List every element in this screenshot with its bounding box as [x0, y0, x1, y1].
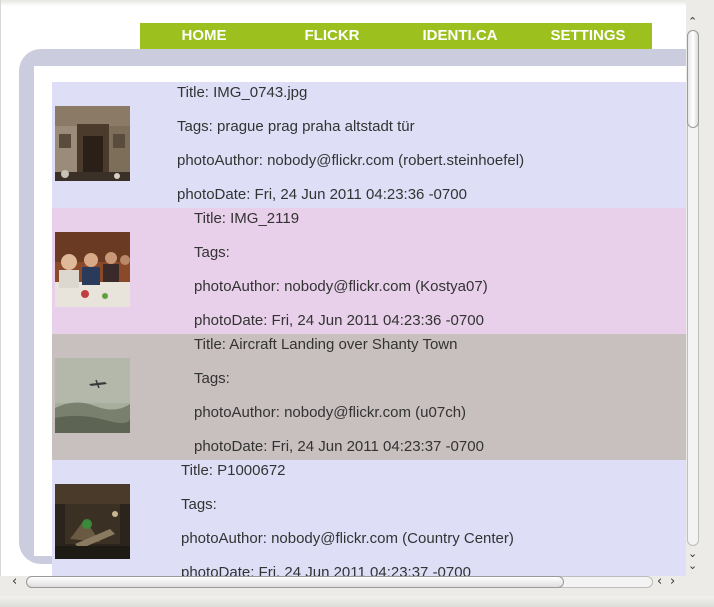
photo-tags: Tags: [194, 244, 230, 261]
chevron-up-icon[interactable]: ⌃ [688, 16, 697, 28]
photo-tags: Tags: [181, 496, 217, 513]
photo-author: photoAuthor: nobody@flickr.com (Country … [181, 530, 514, 547]
photo-title: Title: IMG_2119 [194, 210, 300, 227]
horizontal-scroll-thumb[interactable] [26, 576, 564, 588]
main-nav: HOME FLICKR IDENTI.CA SETTINGS [140, 23, 652, 49]
photo-tags: Tags: prague prag praha altstadt tür [177, 118, 415, 135]
nav-flickr[interactable]: FLICKR [268, 23, 396, 49]
window-bottom-edge [0, 596, 714, 607]
photo-author: photoAuthor: nobody@flickr.com (u07ch) [194, 404, 467, 421]
chevron-right-icon[interactable]: › [670, 575, 675, 588]
nav-identica[interactable]: IDENTI.CA [396, 23, 524, 49]
nav-settings[interactable]: SETTINGS [524, 23, 652, 49]
photo-meta: Title: Aircraft Landing over Shanty Town… [194, 334, 484, 470]
photo-title: Title: IMG_0743.jpg [177, 84, 308, 101]
photo-thumbnail[interactable] [55, 106, 130, 181]
photo-thumbnail[interactable] [55, 358, 130, 433]
photo-entry: Title: P1000672 Tags: photoAuthor: nobod… [52, 460, 686, 576]
photo-thumbnail[interactable] [55, 232, 130, 307]
photo-meta: Title: IMG_2119 Tags: photoAuthor: nobod… [194, 208, 488, 344]
photo-date: photoDate: Fri, 24 Jun 2011 04:23:37 -07… [181, 564, 471, 576]
photo-thumbnail[interactable] [55, 484, 130, 559]
photo-entry: Title: IMG_0743.jpg Tags: prague prag pr… [52, 82, 686, 208]
photo-feed: Title: IMG_0743.jpg Tags: prague prag pr… [52, 82, 686, 576]
photo-meta: Title: P1000672 Tags: photoAuthor: nobod… [181, 460, 514, 576]
photo-meta: Title: IMG_0743.jpg Tags: prague prag pr… [177, 82, 524, 218]
photo-tags: Tags: [194, 370, 230, 387]
chevron-left-icon[interactable]: ‹ [657, 575, 662, 588]
photo-entry: Title: Aircraft Landing over Shanty Town… [52, 334, 686, 460]
photo-author: photoAuthor: nobody@flickr.com (Kostya07… [194, 278, 488, 295]
viewport-top-edge [1, 0, 686, 6]
photo-author: photoAuthor: nobody@flickr.com (robert.s… [177, 152, 525, 169]
chevron-left-icon[interactable]: ‹ [12, 575, 17, 588]
photo-title: Title: P1000672 [181, 462, 286, 479]
browser-viewport: HOME FLICKR IDENTI.CA SETTINGS Title: IM… [0, 0, 686, 576]
photo-title: Title: Aircraft Landing over Shanty Town [194, 336, 458, 353]
nav-home[interactable]: HOME [140, 23, 268, 49]
photo-entry: Title: IMG_2119 Tags: photoAuthor: nobod… [52, 208, 686, 334]
vertical-scroll-thumb[interactable] [687, 30, 699, 128]
chevron-down-icon[interactable]: ⌄ [688, 560, 697, 572]
